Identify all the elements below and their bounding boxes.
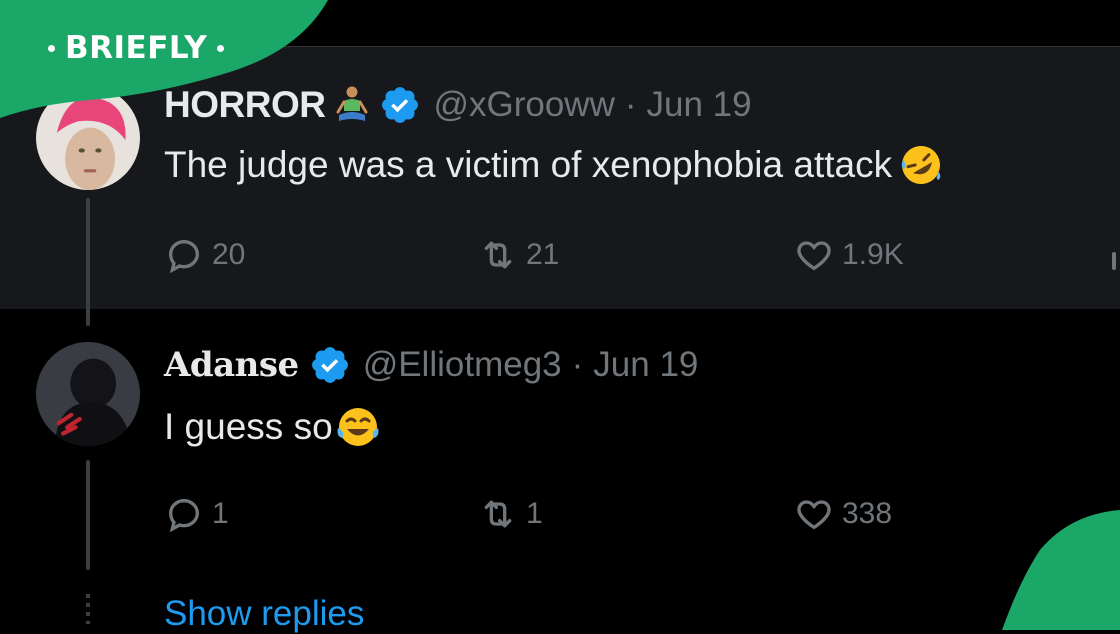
retweet-count: 1: [526, 497, 543, 530]
show-replies-link[interactable]: Show replies: [164, 594, 364, 634]
tweet-text: I guess so: [164, 406, 333, 447]
retweet-action[interactable]: 1: [478, 494, 543, 534]
tweet-date[interactable]: Jun 19: [647, 85, 752, 125]
thread-dots: [86, 594, 90, 624]
face-with-tears-of-joy-icon: [335, 404, 381, 450]
retweet-action[interactable]: 21: [478, 235, 559, 275]
reply-icon: [164, 235, 204, 275]
like-action[interactable]: 1.9K: [794, 235, 904, 275]
reply-icon: [164, 494, 204, 534]
scrollbar[interactable]: [1112, 252, 1116, 270]
like-action[interactable]: 338: [794, 494, 892, 534]
retweet-icon: [478, 494, 518, 534]
avatar-image: [36, 342, 140, 446]
heart-icon: [794, 494, 834, 534]
avatar-adanse[interactable]: [36, 342, 140, 446]
separator: ·: [624, 85, 637, 124]
brand-logo: BRIEFLY: [48, 30, 234, 66]
reply-action[interactable]: 1: [164, 494, 229, 534]
brand-label: BRIEFLY: [65, 30, 208, 66]
tweet-date[interactable]: Jun 19: [593, 345, 698, 385]
like-count: 338: [842, 497, 893, 530]
person-in-lotus-position-icon: [335, 85, 369, 125]
reply-count: 1: [212, 497, 229, 530]
reply-count: 20: [212, 238, 246, 271]
reply-action[interactable]: 20: [164, 235, 245, 275]
tweet-text: The judge was a victim of xenophobia att…: [164, 144, 893, 185]
brand-dot: [48, 44, 55, 52]
verified-badge-icon[interactable]: [309, 344, 351, 386]
heart-icon: [794, 235, 834, 275]
retweet-icon: [478, 235, 518, 275]
tweet-1-text-row: The judge was a victim of xenophobia att…: [164, 142, 944, 188]
tweet-2-text-row: I guess so: [164, 404, 381, 450]
retweet-count: 21: [526, 238, 560, 271]
rolling-on-the-floor-laughing-icon: [898, 142, 944, 188]
verified-badge-icon[interactable]: [379, 84, 421, 126]
brand-dot: [217, 44, 225, 52]
thread-line: [86, 460, 90, 570]
thread-line: [86, 198, 90, 326]
handle[interactable]: @Elliotmeg3: [363, 345, 562, 385]
display-name[interactable]: Adanse: [164, 345, 299, 385]
handle[interactable]: @xGrooww: [433, 85, 614, 125]
separator: ·: [571, 345, 584, 384]
like-count: 1.9K: [842, 238, 904, 271]
tweet-2-header: Adanse @Elliotmeg3 · Jun 19: [164, 344, 698, 386]
corner-decoration: [980, 510, 1120, 630]
